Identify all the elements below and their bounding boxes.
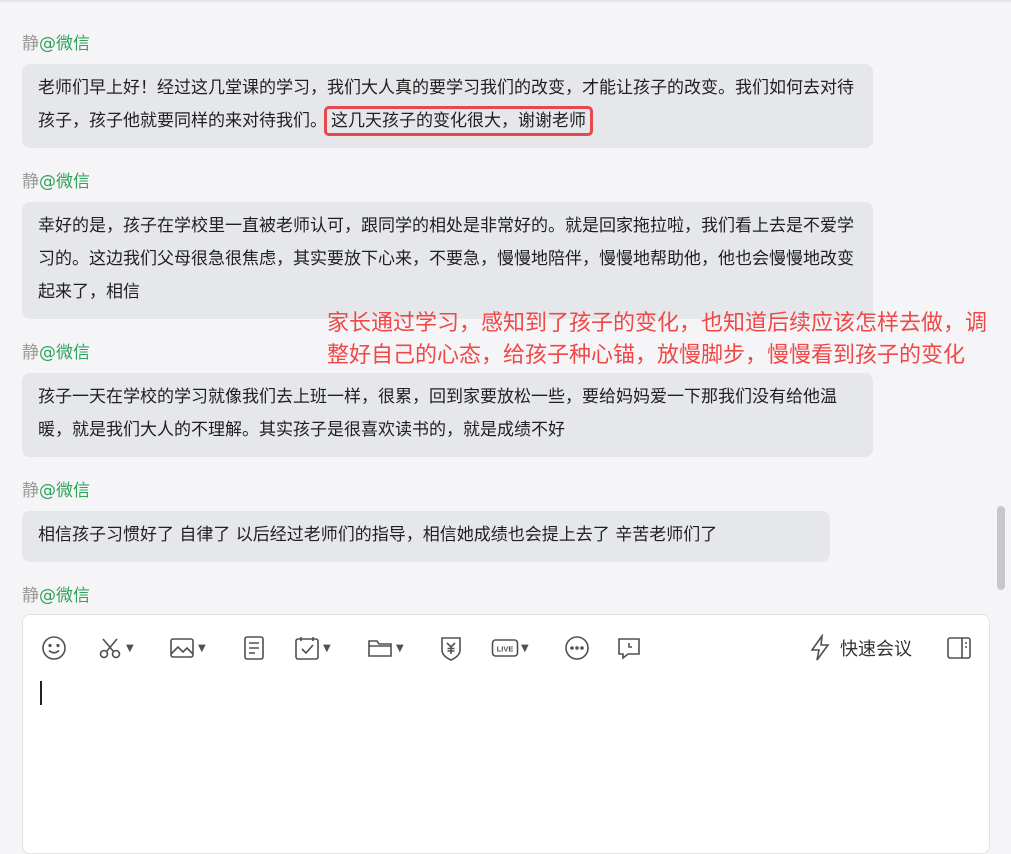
- top-divider: [0, 0, 1011, 2]
- chevron-down-icon[interactable]: ▼: [521, 643, 529, 654]
- sender-label: 静@微信: [22, 172, 90, 192]
- chat-history-button[interactable]: [615, 631, 643, 665]
- sender-name: 静: [22, 172, 39, 192]
- highlighted-text: 这几天孩子的变化很大，谢谢老师: [324, 106, 593, 136]
- more-button[interactable]: [563, 631, 591, 665]
- red-packet-button[interactable]: [437, 631, 465, 665]
- image-icon: [170, 638, 194, 658]
- more-icon: [565, 636, 589, 660]
- message-bubble[interactable]: 老师们早上好！经过这几堂课的学习，我们大人真的要学习我们的改变，才能让孩子的改变…: [22, 64, 873, 148]
- sender-name: 静: [22, 343, 39, 363]
- message-bubble[interactable]: 孩子一天在学校的学习就像我们去上班一样，很累，回到家要放松一些，要给妈妈爱一下那…: [22, 373, 873, 457]
- quick-meeting-label: 快速会议: [840, 639, 912, 660]
- text-cursor: [40, 681, 42, 705]
- emoji-button[interactable]: [40, 631, 68, 665]
- sender-source: @微信: [39, 343, 90, 363]
- schedule-button[interactable]: ▼: [293, 631, 331, 665]
- calendar-check-icon: [295, 637, 319, 660]
- emoji-icon: [42, 636, 66, 660]
- sender-name: 静: [22, 586, 39, 606]
- sender-source: @微信: [39, 586, 90, 606]
- sender-name: 静: [22, 481, 39, 501]
- screenshot-button[interactable]: ▼: [96, 631, 134, 665]
- message-composer[interactable]: ▼ ▼ ▼ ▼ LIVE ▼ 快速会议: [22, 614, 990, 854]
- folder-icon: [368, 640, 392, 657]
- lightning-icon: [810, 634, 830, 661]
- message-text: 幸好的是，孩子在学校里一直被老师认可，跟同学的相处是非常好的。就是回家拖拉啦，我…: [38, 216, 854, 302]
- sender-label: 静@微信: [22, 586, 90, 606]
- sidebar-toggle-icon: [947, 637, 971, 659]
- sender-label: 静@微信: [22, 481, 90, 501]
- sender-source: @微信: [39, 34, 90, 54]
- scrollbar-thumb[interactable]: [997, 506, 1005, 590]
- document-button[interactable]: [240, 631, 268, 665]
- yen-shield-icon: [441, 637, 461, 661]
- sender-source: @微信: [39, 481, 90, 501]
- svg-text:LIVE: LIVE: [497, 645, 514, 654]
- message-bubble[interactable]: 幸好的是，孩子在学校里一直被老师认可，跟同学的相处是非常好的。就是回家拖拉啦，我…: [22, 202, 873, 319]
- chevron-down-icon[interactable]: ▼: [323, 643, 331, 654]
- chat-clock-icon: [618, 638, 640, 660]
- annotation-text: 家长通过学习，感知到了孩子的变化，也知道后续应该怎样去做，调整好自己的心态，给孩…: [327, 311, 988, 368]
- chevron-down-icon[interactable]: ▼: [396, 643, 404, 654]
- message-bubble[interactable]: 相信孩子习惯好了 自律了 以后经过老师们的指导，相信她成绩也会提上去了 辛苦老师…: [22, 511, 830, 562]
- sender-source: @微信: [39, 172, 90, 192]
- file-button[interactable]: ▼: [366, 631, 404, 665]
- sender-name: 静: [22, 34, 39, 54]
- sidebar-toggle-button[interactable]: [945, 631, 973, 665]
- sender-label: 静@微信: [22, 343, 90, 363]
- sender-label: 静@微信: [22, 34, 90, 54]
- live-icon: LIVE: [491, 639, 519, 657]
- chevron-down-icon[interactable]: ▼: [198, 643, 206, 654]
- message-text: 孩子一天在学校的学习就像我们去上班一样，很累，回到家要放松一些，要给妈妈爱一下那…: [38, 387, 837, 440]
- document-icon: [244, 636, 264, 660]
- message-text: 相信孩子习惯好了 自律了 以后经过老师们的指导，相信她成绩也会提上去了 辛苦老师…: [38, 525, 718, 545]
- image-button[interactable]: ▼: [168, 631, 206, 665]
- quick-meeting-button[interactable]: 快速会议: [806, 631, 912, 665]
- chevron-down-icon[interactable]: ▼: [126, 643, 134, 654]
- scissors-icon: [99, 638, 121, 659]
- composer-toolbar: ▼ ▼ ▼ ▼ LIVE ▼ 快速会议: [23, 631, 989, 665]
- live-button[interactable]: LIVE ▼: [491, 631, 529, 665]
